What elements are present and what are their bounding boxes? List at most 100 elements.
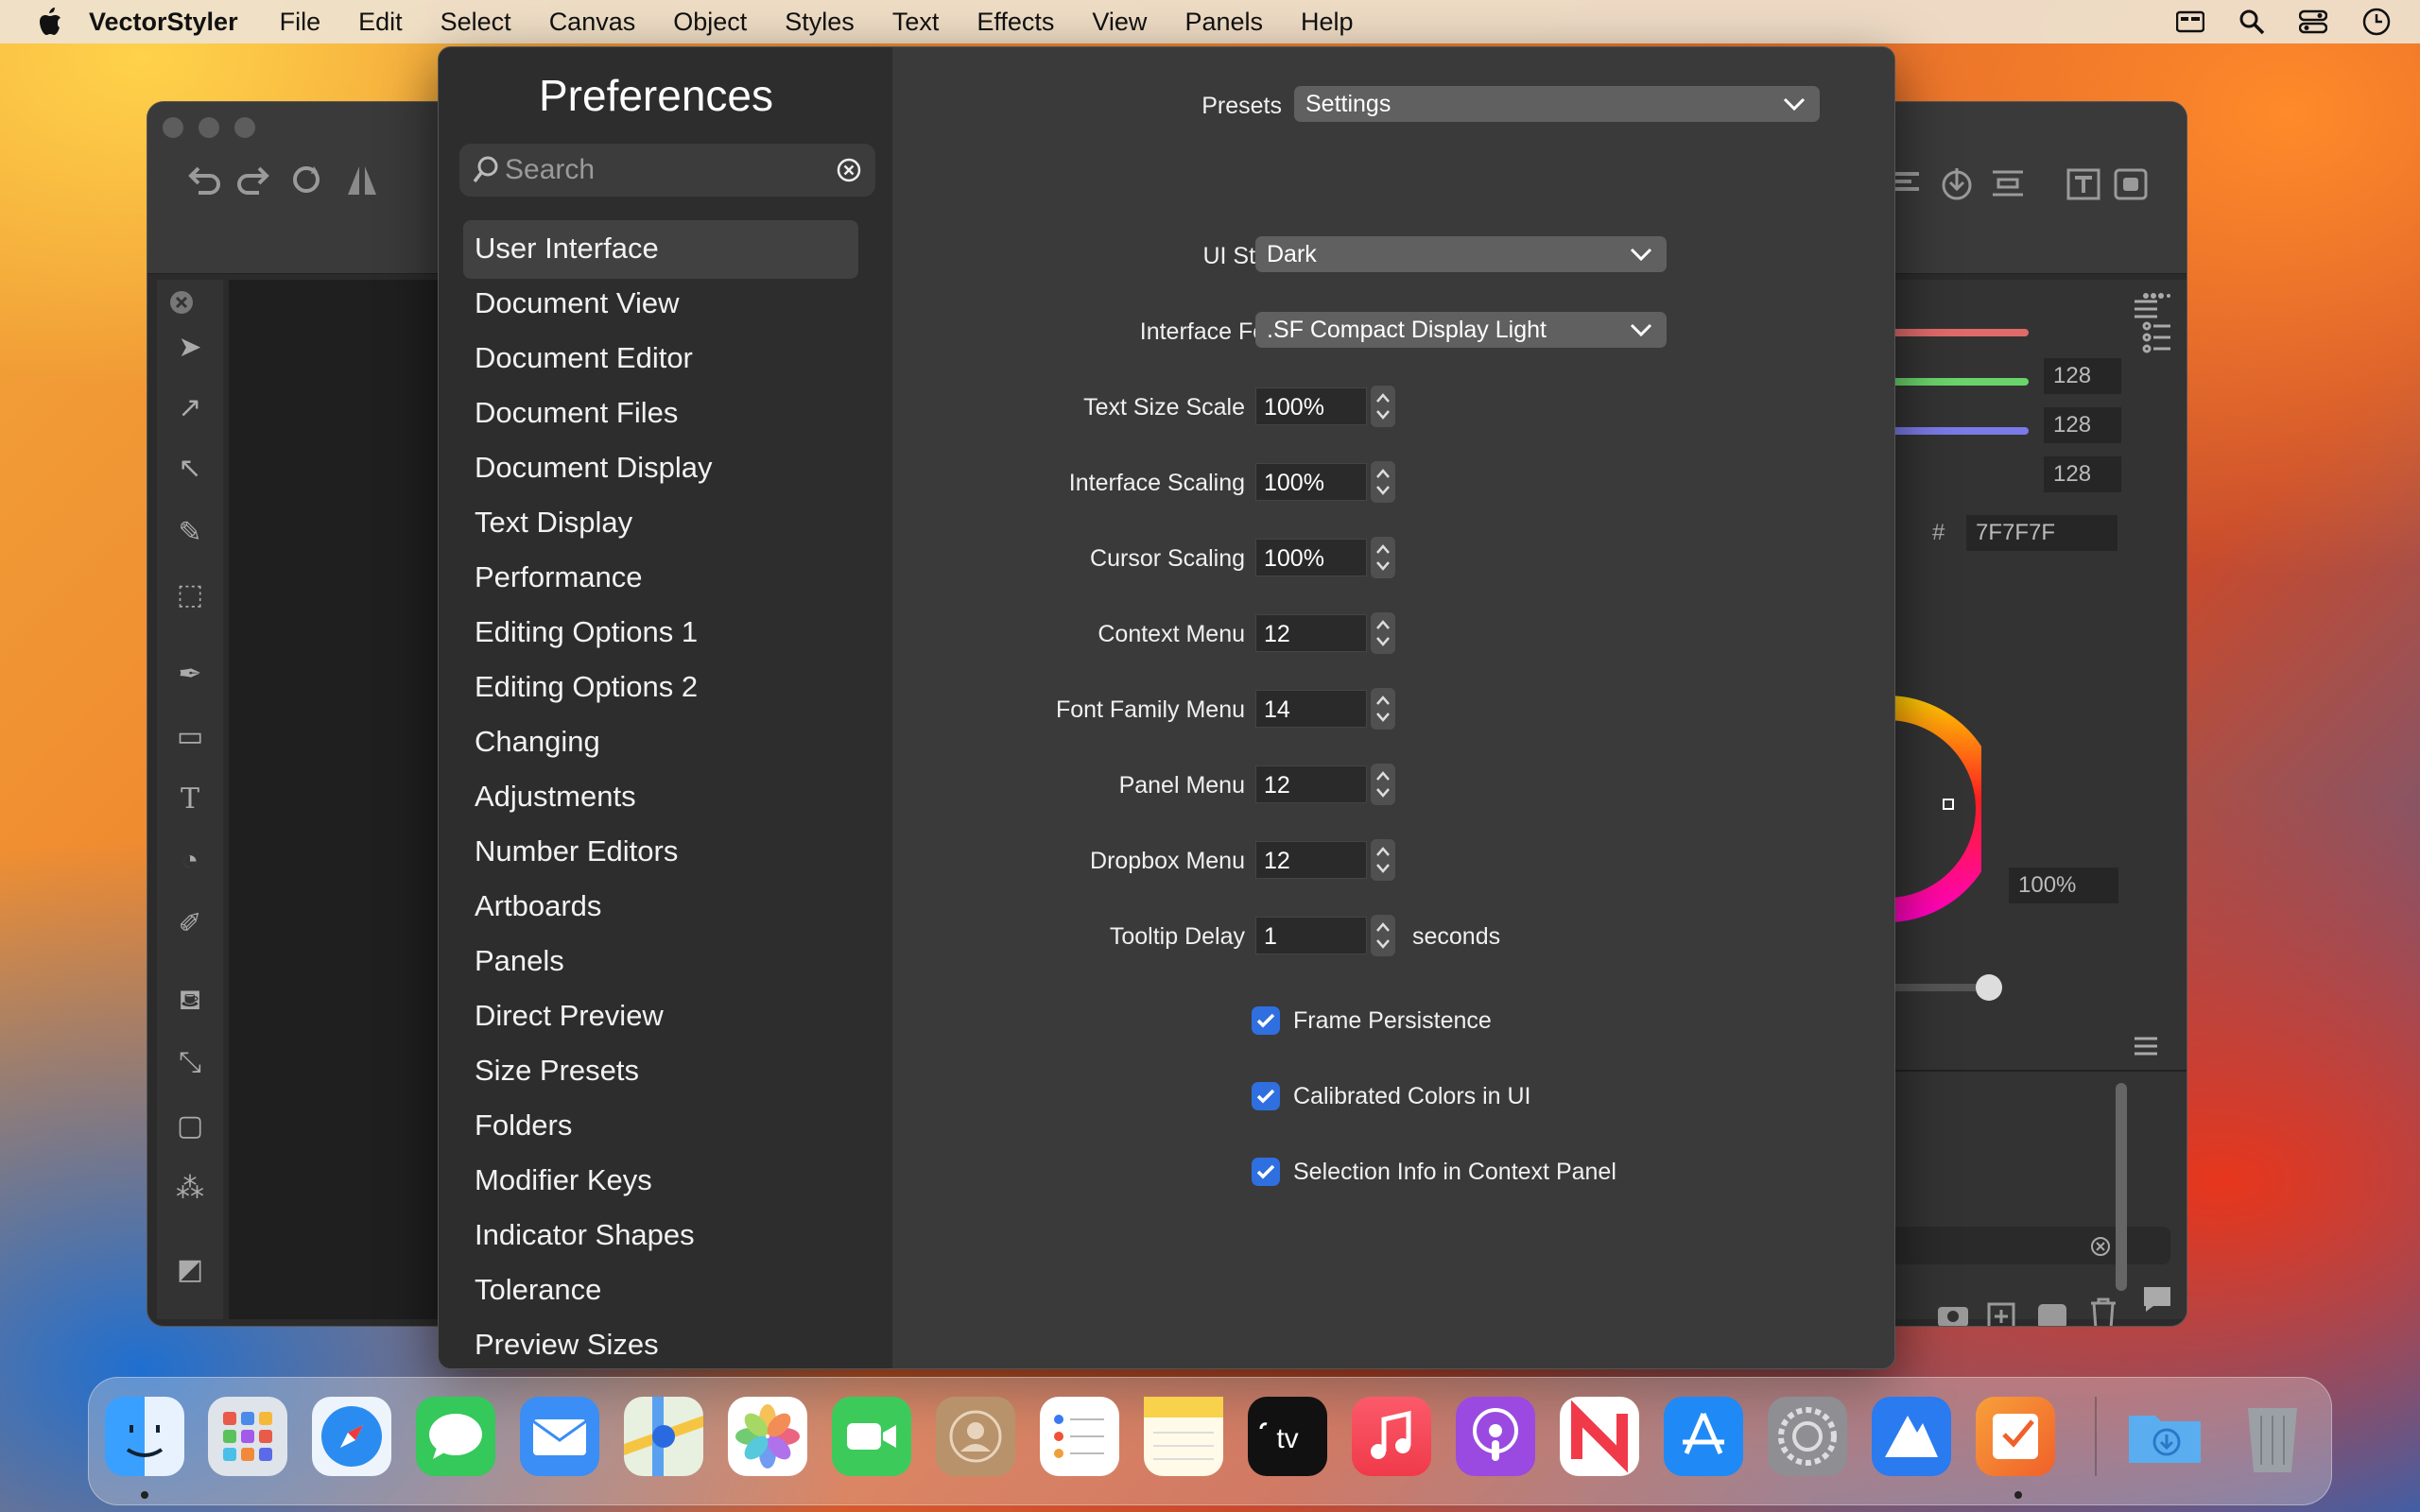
repeat-icon[interactable]	[287, 161, 325, 198]
altitude-icon[interactable]	[1872, 1397, 1951, 1476]
selection-info-label[interactable]: Selection Info in Context Panel	[1293, 1159, 1616, 1186]
selection-tool-icon[interactable]: ➤	[170, 331, 210, 367]
panel-menu-field[interactable]: 12	[1255, 765, 1367, 803]
sidebar-item-user-interface[interactable]: User Interface	[463, 220, 858, 279]
stepper-arrows-icon[interactable]	[1371, 915, 1395, 956]
sidebar-item-artboards[interactable]: Artboards	[463, 878, 858, 936]
context-menu-field[interactable]: 12	[1255, 614, 1367, 652]
stepper-arrows-icon[interactable]	[1371, 688, 1395, 730]
menu-help[interactable]: Help	[1301, 8, 1354, 37]
gradient-tool-icon[interactable]: ◩	[170, 1253, 210, 1289]
notes-icon[interactable]	[1144, 1397, 1223, 1476]
sidebar-item-preview-sizes[interactable]: Preview Sizes	[463, 1316, 858, 1368]
clock-icon[interactable]	[2361, 7, 2392, 37]
calibrated-colors-checkbox[interactable]	[1252, 1082, 1280, 1110]
frame-persistence-label[interactable]: Frame Persistence	[1293, 1007, 1492, 1035]
facetime-icon[interactable]	[832, 1397, 911, 1476]
redo-icon[interactable]	[234, 161, 272, 198]
add-layer-icon[interactable]	[1987, 1298, 2019, 1327]
paint-bucket-tool-icon[interactable]: ⛾	[170, 985, 210, 1021]
direct-select-tool-icon[interactable]: ↖	[170, 452, 210, 488]
cancel-button[interactable]	[1331, 1368, 1558, 1369]
control-center-icon[interactable]	[2299, 9, 2327, 34]
layer-style-icon[interactable]	[2036, 1298, 2070, 1327]
contacts-icon[interactable]	[936, 1397, 1015, 1476]
minimize-window-button[interactable]	[199, 117, 219, 138]
sidebar-item-folders[interactable]: Folders	[463, 1097, 858, 1156]
sidebar-item-modifier-keys[interactable]: Modifier Keys	[463, 1152, 858, 1211]
text-tool-icon[interactable]: T	[170, 782, 210, 818]
menu-effects[interactable]: Effects	[977, 8, 1054, 37]
red-slider[interactable]	[1891, 329, 2029, 336]
menu-edit[interactable]: Edit	[358, 8, 403, 37]
sidebar-item-document-view[interactable]: Document View	[463, 275, 858, 334]
downloads-folder-icon[interactable]	[2125, 1397, 2204, 1476]
presets-popup[interactable]: Settings	[1294, 86, 1820, 122]
sidebar-item-direct-preview[interactable]: Direct Preview	[463, 988, 858, 1046]
sidebar-item-document-display[interactable]: Document Display	[463, 439, 858, 498]
text-frame-icon[interactable]	[2066, 168, 2100, 200]
shape-tool-icon[interactable]: ▢	[170, 1109, 210, 1145]
search-field[interactable]: Search	[459, 144, 875, 197]
stepper-arrows-icon[interactable]	[1371, 839, 1395, 881]
maps-icon[interactable]	[624, 1397, 703, 1476]
stepper-arrows-icon[interactable]	[1371, 612, 1395, 654]
pen-tool-icon[interactable]: ✒	[170, 658, 210, 694]
green-value-field[interactable]: 128	[2044, 407, 2121, 443]
menu-view[interactable]: View	[1092, 8, 1147, 37]
sidebar-item-changing[interactable]: Changing	[463, 713, 858, 772]
transform-tool-icon[interactable]: ⤡	[170, 1047, 210, 1083]
distribute-icon[interactable]	[1991, 168, 2025, 198]
launchpad-icon[interactable]	[208, 1397, 287, 1476]
sidebar-item-editing-options-1[interactable]: Editing Options 1	[463, 604, 858, 662]
sidebar-item-document-editor[interactable]: Document Editor	[463, 330, 858, 388]
document-canvas[interactable]	[229, 280, 451, 1319]
tv-icon[interactable]: tv	[1248, 1397, 1327, 1476]
stepper-arrows-icon[interactable]	[1371, 386, 1395, 427]
shape-select-tool-icon[interactable]: ◔	[170, 845, 210, 881]
sidebar-item-adjustments[interactable]: Adjustments	[463, 768, 858, 827]
marquee-tool-icon[interactable]: ⬚	[170, 578, 210, 614]
ok-button[interactable]	[1611, 1368, 1877, 1369]
blue-value-field[interactable]: 128	[2044, 456, 2121, 492]
calibrated-colors-label[interactable]: Calibrated Colors in UI	[1293, 1083, 1531, 1110]
music-icon[interactable]	[1352, 1397, 1431, 1476]
spotlight-search-icon[interactable]	[2238, 9, 2265, 35]
blue-slider[interactable]	[1891, 427, 2029, 435]
close-window-button[interactable]	[163, 117, 183, 138]
green-slider[interactable]	[1891, 378, 2029, 386]
menu-select[interactable]: Select	[441, 8, 511, 37]
finder-icon[interactable]	[105, 1397, 184, 1476]
sidebar-item-tolerance[interactable]: Tolerance	[463, 1262, 858, 1320]
panel-grid-icon[interactable]	[2142, 291, 2170, 312]
photos-icon[interactable]	[728, 1397, 807, 1476]
frame-persistence-checkbox[interactable]	[1252, 1006, 1280, 1035]
vectorstyler-icon[interactable]	[1976, 1397, 2055, 1476]
comment-icon[interactable]	[2142, 1285, 2172, 1314]
cursor-scaling-field[interactable]: 100%	[1255, 539, 1367, 576]
red-value-field[interactable]: 128	[2044, 358, 2121, 394]
menu-file[interactable]: File	[280, 8, 321, 37]
knife-tool-icon[interactable]: ✎	[170, 516, 210, 552]
layers-scrollbar[interactable]	[2116, 1083, 2127, 1291]
app-store-icon[interactable]	[1664, 1397, 1743, 1476]
sidebar-item-document-files[interactable]: Document Files	[463, 385, 858, 443]
trash-layer-icon[interactable]	[2087, 1297, 2119, 1327]
selection-info-checkbox[interactable]	[1252, 1158, 1280, 1186]
reminders-icon[interactable]	[1040, 1397, 1119, 1476]
layers-panel-menu-icon[interactable]	[2133, 1036, 2159, 1057]
blend-tool-icon[interactable]: ⁂	[170, 1172, 210, 1208]
menu-styles[interactable]: Styles	[785, 8, 855, 37]
display-menu-icon[interactable]	[2176, 10, 2204, 33]
clear-search-icon[interactable]	[836, 157, 862, 183]
dropbox-menu-field[interactable]: 12	[1255, 841, 1367, 879]
font-family-menu-field[interactable]: 14	[1255, 690, 1367, 728]
stepper-arrows-icon[interactable]	[1371, 461, 1395, 503]
menu-app-name[interactable]: VectorStyler	[89, 8, 238, 37]
node-tool-icon[interactable]: ↗	[170, 391, 210, 427]
sidebar-item-performance[interactable]: Performance	[463, 549, 858, 608]
menu-text[interactable]: Text	[892, 8, 940, 37]
stepper-arrows-icon[interactable]	[1371, 537, 1395, 578]
menu-object[interactable]: Object	[673, 8, 747, 37]
opacity-slider-thumb[interactable]	[1976, 974, 2002, 1001]
